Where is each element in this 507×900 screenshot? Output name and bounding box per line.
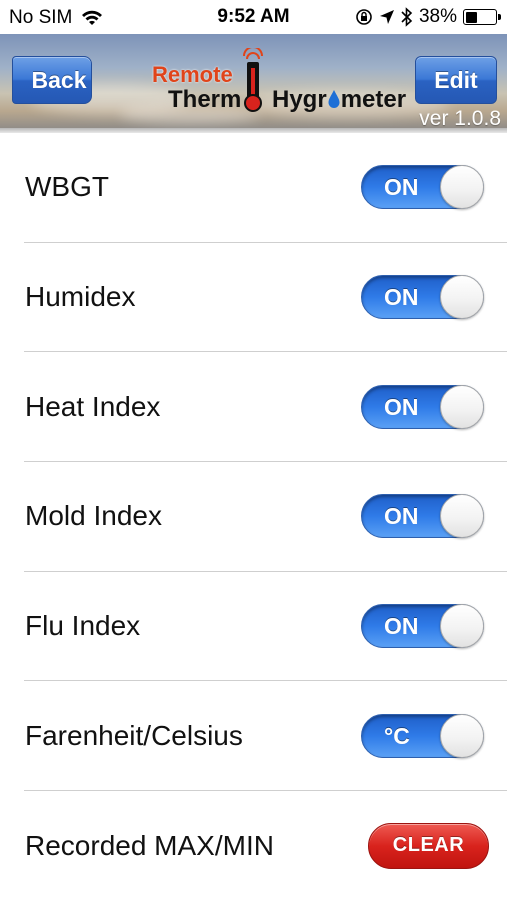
toggle-knob — [440, 713, 484, 758]
battery-icon — [463, 9, 501, 25]
setting-row-mold-index: Mold Index ON — [24, 462, 507, 572]
clear-button-label: CLEAR — [392, 834, 465, 857]
navigation-bar: Back Remote Therm Hygr meter Edit ver 1.0… — [0, 34, 507, 130]
wbgt-toggle[interactable]: ON — [361, 165, 484, 210]
version-label: ver 1.0.8 — [419, 107, 501, 130]
battery-percent: 38% — [418, 6, 457, 27]
status-bar: No SIM 9:52 AM 38% — [0, 0, 507, 34]
toggle-state-text: ON — [384, 284, 419, 311]
setting-label: Humidex — [25, 281, 136, 313]
toggle-state-text: °C — [384, 722, 410, 749]
setting-label: Heat Index — [25, 390, 161, 422]
toggle-knob — [440, 165, 484, 210]
logo-hygro-text: Hygr meter — [272, 86, 407, 113]
thermometer-icon — [243, 48, 263, 112]
temperature-unit-toggle[interactable]: °C — [361, 713, 484, 758]
settings-list: WBGT ON Humidex ON Heat Index ON Mold In… — [0, 133, 507, 900]
setting-label: Flu Index — [25, 610, 141, 642]
mold-index-toggle[interactable]: ON — [361, 494, 484, 539]
toggle-state-text: ON — [384, 503, 419, 530]
setting-row-flu-index: Flu Index ON — [24, 572, 507, 682]
bluetooth-icon — [401, 7, 413, 27]
orientation-lock-icon — [356, 9, 372, 25]
setting-row-temperature-unit: Farenheit/Celsius °C — [24, 681, 507, 792]
toggle-knob — [440, 384, 484, 429]
setting-row-humidex: Humidex ON — [24, 243, 507, 353]
toggle-knob — [440, 604, 484, 649]
setting-label: Recorded MAX/MIN — [25, 829, 274, 861]
toggle-knob — [440, 275, 484, 320]
humidex-toggle[interactable]: ON — [361, 275, 484, 320]
setting-row-heat-index: Heat Index ON — [24, 352, 507, 463]
setting-row-recorded-max-min: Recorded MAX/MIN CLEAR — [24, 791, 507, 900]
back-button[interactable]: Back — [12, 56, 92, 104]
water-drop-icon — [328, 90, 340, 108]
toggle-state-text: ON — [384, 174, 419, 201]
flu-index-toggle[interactable]: ON — [361, 604, 484, 649]
clear-max-min-button[interactable]: CLEAR — [368, 822, 489, 869]
setting-label: Mold Index — [25, 500, 162, 532]
setting-label: Farenheit/Celsius — [25, 719, 243, 751]
toggle-state-text: ON — [384, 613, 419, 640]
toggle-state-text: ON — [384, 393, 419, 420]
logo-remote-text: Remote — [152, 62, 233, 87]
setting-label: WBGT — [25, 171, 109, 203]
location-arrow-icon — [379, 10, 394, 24]
logo-thermo-text: Therm — [168, 86, 242, 113]
app-logo: Remote Therm Hygr meter — [150, 48, 410, 114]
setting-row-wbgt: WBGT ON — [24, 133, 507, 243]
toggle-knob — [440, 494, 484, 539]
edit-button-label: Edit — [434, 66, 478, 93]
heat-index-toggle[interactable]: ON — [361, 384, 484, 429]
edit-button[interactable]: Edit — [415, 56, 497, 104]
back-button-label: Back — [31, 66, 87, 93]
